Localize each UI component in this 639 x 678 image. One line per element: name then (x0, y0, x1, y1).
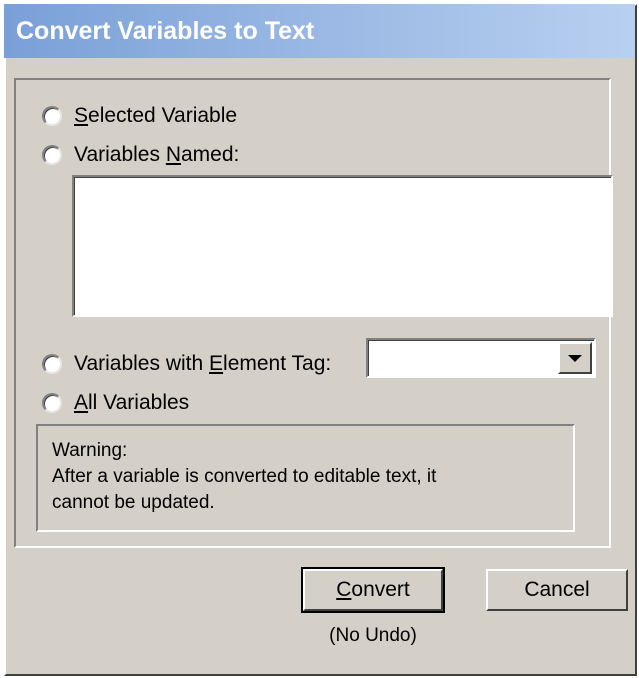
radio-button[interactable] (42, 354, 62, 374)
chevron-down-icon (568, 354, 582, 362)
radio-button[interactable] (42, 145, 62, 165)
radio-button[interactable] (42, 106, 62, 126)
variable-names-listbox[interactable] (72, 175, 613, 317)
warning-text-line1: After a variable is converted to editabl… (52, 466, 437, 487)
dialog-title: Convert Variables to Text (16, 17, 315, 45)
radio-variables-named[interactable]: Variables Named: (42, 143, 239, 167)
title-bar[interactable]: Convert Variables to Text (4, 4, 635, 58)
cancel-button[interactable]: Cancel (486, 569, 628, 611)
no-undo-note: (No Undo) (329, 625, 417, 646)
radio-all-variables[interactable]: All Variables (42, 391, 189, 415)
radio-element-tag[interactable]: Variables with Element Tag: (42, 352, 331, 376)
radio-all-variables-label: All Variables (74, 391, 190, 414)
radio-element-tag-label: Variables with Element Tag: (74, 352, 332, 375)
warning-heading: Warning: (52, 440, 128, 461)
radio-selected-variable[interactable]: Selected Variable (42, 104, 237, 128)
warning-text-line2: cannot be updated. (52, 492, 215, 513)
convert-button-label: Convert (336, 578, 410, 601)
cancel-button-label: Cancel (524, 578, 590, 601)
radio-variables-named-label: Variables Named: (74, 143, 240, 166)
element-tag-dropdown[interactable] (366, 338, 596, 378)
warning-panel: Warning: After a variable is converted t… (36, 424, 575, 532)
radio-selected-variable-label: Selected Variable (74, 104, 238, 127)
dropdown-button[interactable] (558, 342, 592, 374)
convert-button[interactable]: Convert (301, 567, 445, 613)
radio-button[interactable] (42, 393, 62, 413)
